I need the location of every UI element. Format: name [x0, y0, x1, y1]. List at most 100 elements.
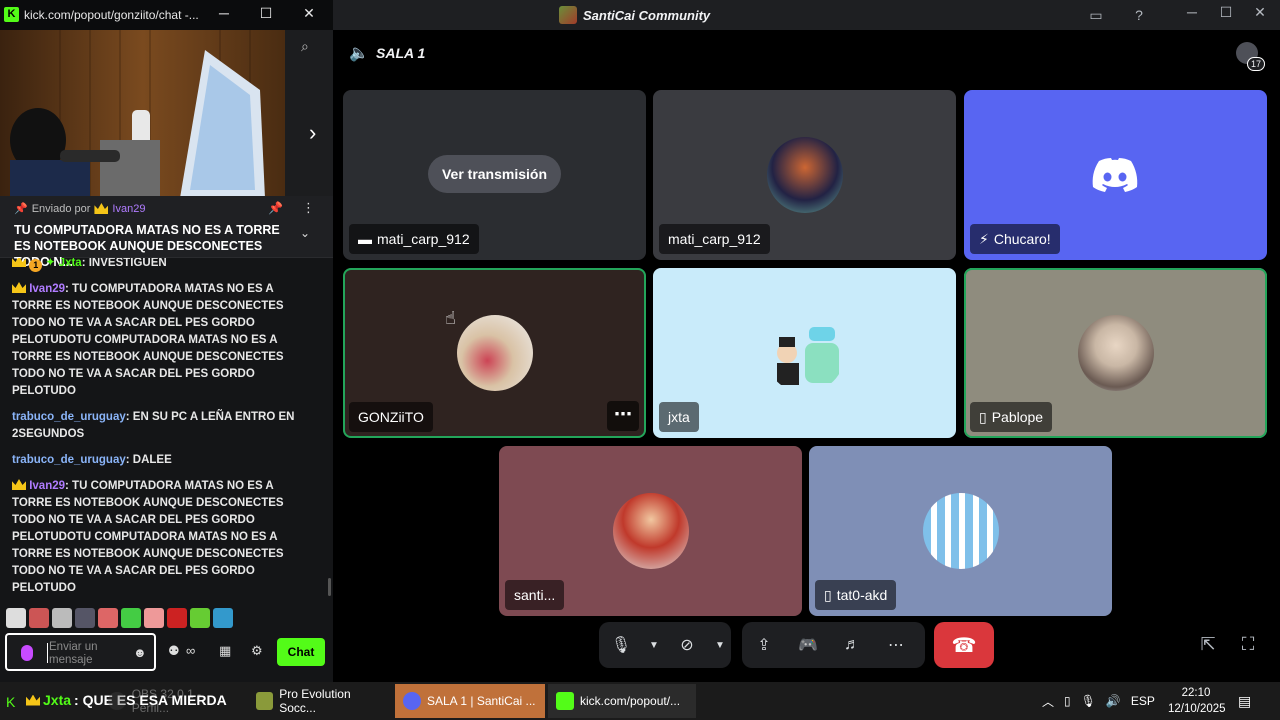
help-icon[interactable]: ? [1129, 5, 1149, 25]
microphone-icon[interactable]: 🎙 [1081, 694, 1096, 708]
crown-badge-icon [12, 282, 26, 293]
close-button[interactable]: ✕ [299, 5, 319, 22]
camera-off-icon[interactable]: ⊘ [665, 622, 709, 668]
server-icon [559, 6, 577, 24]
chevron-down-icon[interactable]: ⌄ [300, 226, 310, 240]
more-options-button[interactable]: ⋯ [607, 401, 639, 431]
chevron-down-icon[interactable]: ▼ [643, 622, 665, 668]
taskbar-item-obs[interactable]: OBS 32.0.1 - Perfil... [100, 684, 248, 718]
chat-text: DALEE [132, 454, 172, 466]
pinned-user[interactable]: Ivan29 [112, 203, 145, 215]
emote-icon[interactable] [167, 608, 187, 628]
kick-app-icon[interactable]: K [6, 694, 15, 710]
notifications-icon[interactable]: ▤ [1238, 693, 1251, 710]
taskbar: K Jxta : QUE ES ESA MIERDA OBS 32.0.1 - … [0, 682, 1280, 720]
language-indicator[interactable]: ESP [1131, 694, 1155, 708]
obs-icon [108, 692, 126, 710]
emote-icon[interactable] [98, 608, 118, 628]
microphone-icon[interactable]: 🎙 [599, 622, 643, 668]
more-icon[interactable]: ⋯ [874, 622, 918, 668]
members-button[interactable]: 17 [1236, 42, 1265, 71]
disconnect-button[interactable]: ☎ [934, 622, 994, 668]
participant-name: Chucaro! [993, 231, 1051, 247]
watch-stream-button[interactable]: Ver transmisión [428, 155, 561, 193]
minimize-button[interactable]: ─ [214, 5, 234, 21]
chat-log[interactable]: 1 ✦ Jxta: INVESTIGUEN Ivan29: TU COMPUTA… [0, 258, 326, 598]
users-icon[interactable]: ⚉ [168, 643, 180, 659]
emote-icon[interactable] [190, 608, 210, 628]
microphone-icon[interactable] [21, 645, 33, 661]
store-icon[interactable]: ▦ [219, 643, 231, 659]
close-button[interactable]: ✕ [1249, 4, 1271, 21]
emoji-icon[interactable]: ☻ [133, 645, 147, 660]
clock[interactable]: 22:10 12/10/2025 [1168, 685, 1226, 717]
emote-icon[interactable] [213, 608, 233, 628]
emote-icon[interactable] [144, 608, 164, 628]
participant-tile[interactable]: ⚡ Chucaro! [964, 90, 1267, 260]
maximize-button[interactable]: ☐ [256, 5, 276, 22]
emote-icon[interactable] [121, 608, 141, 628]
participant-tile[interactable]: jxta [653, 268, 956, 438]
participant-name-tag: santi... [505, 580, 565, 610]
participant-tile[interactable]: ▯ Pablope [964, 268, 1267, 438]
stream-video[interactable] [0, 30, 285, 198]
chat-username[interactable]: trabuco_de_uruguay [12, 411, 126, 423]
screen-share-icon[interactable]: ⇪ [742, 622, 786, 668]
kick-icon [556, 692, 574, 710]
chat-message: trabuco_de_uruguay: EN SU PC A LEÑA ENTR… [12, 411, 295, 440]
gear-icon[interactable]: ⚙ [251, 643, 263, 659]
ticker-user: Jxta [43, 692, 72, 708]
participant-name: tat0-akd [836, 587, 888, 603]
more-options-icon[interactable]: ⋮ [302, 200, 315, 216]
chat-username[interactable]: Jxta [59, 258, 82, 269]
kick-titlebar: K kick.com/popout/gonziito/chat -... ─ ☐… [0, 0, 333, 30]
chevron-up-icon[interactable]: ︿ [1042, 693, 1054, 710]
soundboard-icon[interactable]: ♬ [830, 622, 874, 668]
crown-badge-icon [12, 258, 26, 267]
popout-icon[interactable]: ⇱ [1196, 634, 1220, 658]
volume-icon[interactable]: 🔊 [1106, 694, 1121, 708]
taskbar-item-discord[interactable]: SALA 1 | SantiCai ... [395, 684, 545, 718]
chat-text: TU COMPUTADORA MATAS NO ES A TORRE ES NO… [12, 480, 284, 594]
chevron-down-icon[interactable]: ▼ [709, 622, 731, 668]
chevron-right-icon[interactable]: › [309, 120, 316, 146]
minimize-button[interactable]: ─ [1181, 4, 1203, 20]
taskbar-item-pes[interactable]: Pro Evolution Socc... [248, 684, 394, 718]
chat-send-button[interactable]: Chat [277, 638, 325, 666]
taskbar-item-label: kick.com/popout/... [580, 694, 681, 708]
emote-icon[interactable] [52, 608, 72, 628]
avatar [1077, 315, 1154, 391]
emote-icon[interactable] [6, 608, 26, 628]
pinned-meta: 📌 Enviado por Ivan29 [14, 202, 145, 216]
participant-tile[interactable]: mati_carp_912 [653, 90, 956, 260]
kick-chat-window: K kick.com/popout/gonziito/chat -... ─ ☐… [0, 0, 333, 682]
search-icon[interactable]: ⌕ [301, 38, 309, 55]
participant-tile[interactable]: ☝ GONZiiTO ⋯ [343, 268, 646, 438]
participant-tile[interactable]: Ver transmisión ▬ mati_carp_912 [343, 90, 646, 260]
participant-name: Pablope [991, 409, 1044, 425]
fullscreen-icon[interactable]: ⛶ [1236, 634, 1260, 658]
activities-icon[interactable]: 🎮 [786, 622, 830, 668]
pin-icon[interactable]: 📌 [268, 201, 283, 215]
usb-icon[interactable]: ▯ [1064, 694, 1071, 708]
crown-badge-icon [12, 479, 26, 490]
chat-input[interactable]: Enviar un mensaje ☻ [5, 633, 156, 671]
taskbar-item-kick[interactable]: kick.com/popout/... [548, 684, 696, 718]
participant-name-tag: ▯ tat0-akd [815, 580, 897, 610]
participant-tile[interactable]: santi... [499, 446, 802, 616]
clock-time: 22:10 [1181, 687, 1211, 699]
chat-message: 1 ✦ Jxta: INVESTIGUEN [12, 258, 314, 272]
participant-tile[interactable]: ▯ tat0-akd [809, 446, 1112, 616]
audio-video-group: 🎙 ▼ ⊘ ▼ [599, 622, 731, 668]
inbox-icon[interactable]: ▭ [1086, 5, 1106, 25]
infinity-icon[interactable]: ∞ [186, 643, 195, 658]
maximize-button[interactable]: ☐ [1215, 4, 1237, 21]
chat-username[interactable]: trabuco_de_uruguay [12, 454, 126, 466]
chat-username[interactable]: Ivan29 [29, 283, 65, 295]
emote-icon[interactable] [29, 608, 49, 628]
chat-input-placeholder: Enviar un mensaje [49, 641, 98, 666]
emote-icon[interactable] [75, 608, 95, 628]
chat-username[interactable]: Ivan29 [29, 480, 65, 492]
chat-scrollbar[interactable] [328, 578, 331, 596]
chat-input-row: Enviar un mensaje ☻ ⚉ ∞ ▦ ⚙ Chat [0, 630, 333, 676]
